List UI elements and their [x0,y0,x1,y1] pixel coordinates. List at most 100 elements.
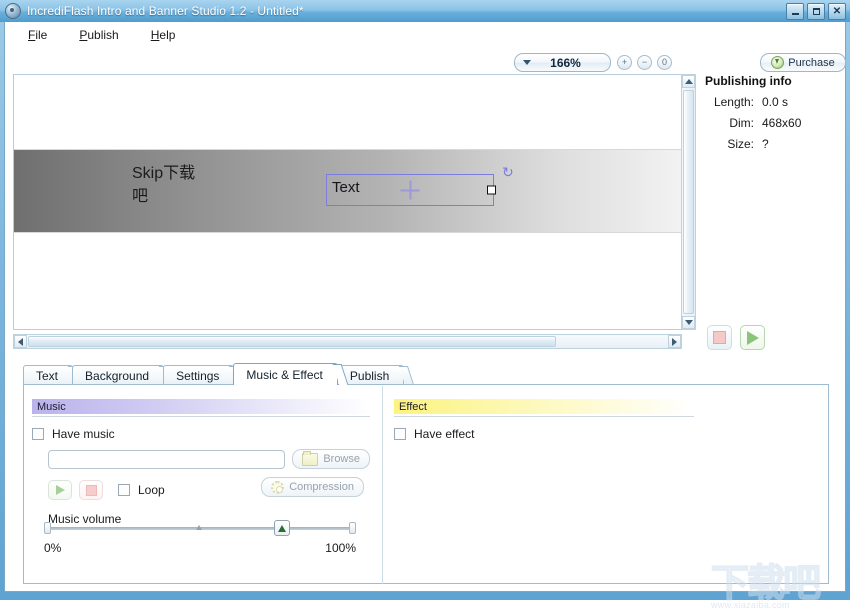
music-volume-slider[interactable] [44,520,356,536]
loop-checkbox[interactable] [118,484,130,496]
arrow-left-icon [18,337,23,346]
tab-background-label: Background [85,368,150,383]
text-object-selected[interactable]: Text [326,174,496,206]
scroll-left-button[interactable] [14,335,27,348]
effect-group: Effect Have effect [394,399,694,441]
stop-icon [713,331,726,344]
minimize-button[interactable] [786,3,804,20]
compression-button[interactable]: Compression [261,477,364,497]
publishing-info-row: Size: ? [698,137,848,151]
tab-publish-label: Publish [349,368,390,383]
maximize-icon [812,8,820,15]
canvas-vertical-scrollbar[interactable] [681,74,696,330]
menu-file[interactable]: File [25,26,50,44]
close-button[interactable]: ✕ [828,3,846,20]
text-object-label: Text [332,179,360,196]
publishing-info-row: Dim: 468x60 [698,116,848,130]
banner-stage[interactable]: Skip下载吧 Text ↺ [14,149,695,233]
tab-music-and-effect[interactable]: Music & Effect [233,363,349,385]
tab-edge [399,366,415,385]
tab-text-label: Text [36,368,59,383]
banner-text[interactable]: Skip下载吧 [132,162,195,208]
preview-transport-controls [707,325,765,350]
move-crosshair-icon [400,180,420,200]
have-effect-checkbox[interactable] [394,428,406,440]
app-gear-icon [5,3,21,19]
menu-help[interactable]: Help [148,26,179,44]
loop-label: Loop [138,483,165,497]
slider-max-stop [349,522,356,534]
stop-icon [85,484,97,496]
slider-min-stop [44,522,51,534]
window-controls: ✕ [786,3,846,20]
arrow-down-icon [684,320,693,325]
zoom-reset-button[interactable]: 0 [657,55,672,70]
window-title: IncrediFlash Intro and Banner Studio 1.2… [27,4,304,18]
purchase-button[interactable]: Purchase [760,53,846,72]
resize-handle[interactable] [487,185,496,195]
dim-label: Dim: [729,116,754,130]
scroll-right-button[interactable] [668,335,681,348]
tab-text[interactable]: Text [23,365,84,385]
download-arrow-icon [771,56,785,69]
volume-min-label: 0% [44,541,62,555]
music-stop-button[interactable] [79,480,103,500]
slider-thumb[interactable] [274,520,290,536]
browse-label: Browse [323,453,360,465]
minimize-icon [791,13,799,15]
tab-settings-label: Settings [176,368,220,383]
maximize-button[interactable] [807,3,825,20]
canvas-horizontal-scrollbar[interactable] [13,334,682,349]
menu-file-rest: ile [35,28,48,42]
menu-publish-rest: ublish [87,28,119,42]
have-music-checkbox[interactable] [32,428,44,440]
music-group: Music Have music Browse Loop Compression… [32,399,370,555]
design-canvas[interactable]: Skip下载吧 Text ↺ [13,74,696,330]
tab-settings[interactable]: Settings [163,365,245,385]
publishing-info-title: Publishing info [705,74,792,88]
title-bar: IncrediFlash Intro and Banner Studio 1.2… [0,0,850,22]
tab-strip: Text Background Settings Music & Effect … [23,363,415,385]
length-value: 0.0 s [762,95,789,109]
have-effect-row[interactable]: Have effect [394,427,694,441]
length-label: Length: [713,95,754,109]
horizontal-scroll-thumb[interactable] [28,336,556,347]
arrow-up-icon [684,79,693,84]
music-group-header: Music [32,399,370,414]
music-file-input[interactable] [48,449,286,469]
browse-button[interactable]: Browse [292,449,370,469]
preview-stop-button[interactable] [707,325,732,350]
scroll-up-button[interactable] [682,75,695,88]
effect-group-rule [394,416,694,417]
effect-group-header: Effect [394,399,694,414]
music-group-rule [32,416,370,417]
have-effect-label: Have effect [414,427,475,441]
compression-label: Compression [289,481,354,493]
watermark-url: www.xiazaiba.com [711,600,790,610]
purchase-label: Purchase [788,56,835,69]
have-music-row[interactable]: Have music [32,427,370,441]
panel-divider [382,386,383,584]
menu-bar: File Publish Help [5,22,845,48]
music-play-button[interactable] [48,480,72,500]
have-music-label: Have music [52,427,115,441]
volume-max-label: 100% [325,541,356,555]
zoom-dropdown[interactable]: 166% [514,53,611,72]
scroll-down-button[interactable] [682,316,695,329]
zoom-in-button[interactable]: + [617,55,632,70]
music-file-row: Browse [48,449,370,469]
menu-publish[interactable]: Publish [76,26,121,44]
tab-background[interactable]: Background [72,365,175,385]
menu-help-rest: elp [159,28,176,42]
zoom-level-value: 166% [550,55,581,70]
size-label: Size: [727,137,754,151]
play-icon [746,330,759,345]
rotate-icon[interactable]: ↺ [502,164,514,181]
publishing-info-row: Length: 0.0 s [698,95,848,109]
volume-scale: 0% 100% [44,541,356,555]
zoom-out-button[interactable]: − [637,55,652,70]
vertical-scroll-thumb[interactable] [683,90,694,314]
client-area: File Publish Help 166% + − 0 Purchase Sk… [4,22,848,610]
preview-play-button[interactable] [740,325,765,350]
publishing-info-panel: Publishing info Length: 0.0 s Dim: 468x6… [698,74,848,151]
